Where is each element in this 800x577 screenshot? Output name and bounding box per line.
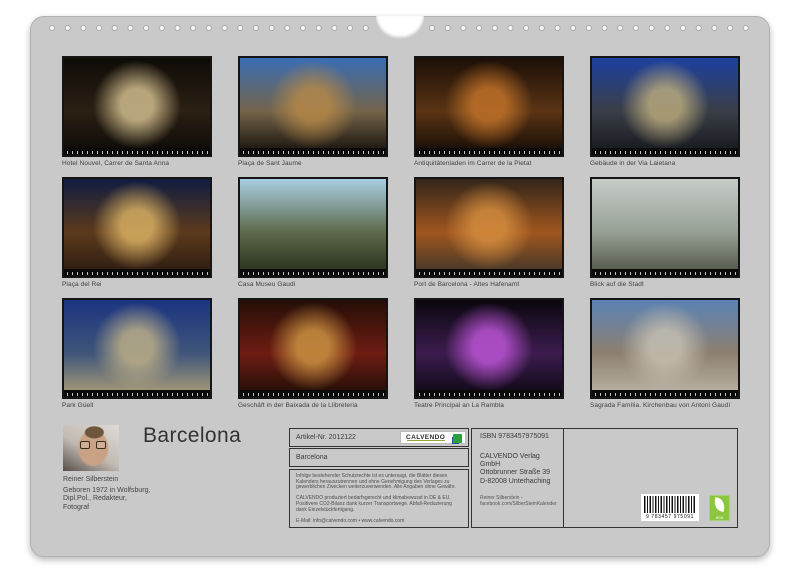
photo-caption: Geschäft in der Baixada de la Llibreteri… [238, 402, 388, 410]
photo-caption: Blick auf die Stadt [590, 281, 740, 289]
calendar-sheet: Hotel Nouvel, Carrer de Santa Anna Plaça … [30, 16, 770, 557]
photo-caption: Plaça de Sant Jaume [238, 160, 388, 168]
isbn-text: ISBN 9783457975091 [480, 433, 555, 440]
article-number-box: Artikel-Nr. 2012122 CALVENDO [289, 428, 469, 447]
photo-caption: Plaça del Rei [62, 281, 212, 289]
barcode-bars-icon [644, 496, 696, 513]
title-box-text: Barcelona [296, 454, 328, 461]
photo-thumbnail [414, 177, 564, 278]
photo-thumbnail [238, 298, 388, 399]
calvendo-logo-icon [453, 434, 462, 443]
photo-thumbnail [62, 56, 212, 157]
date-strip [592, 269, 738, 276]
photo-thumbnail [414, 298, 564, 399]
author-name: Reiner Silberstein [63, 476, 118, 483]
photo-cell: Geschäft in der Baixada de la Llibreteri… [238, 298, 388, 410]
eco-label: eco [709, 495, 730, 521]
page-title: Barcelona [143, 424, 241, 448]
date-strip [416, 390, 562, 397]
calendar-back-cover: Hotel Nouvel, Carrer de Santa Anna Plaça … [0, 0, 800, 577]
date-strip [64, 390, 210, 397]
photo-caption: Teatre Principal an La Rambla [414, 402, 564, 410]
date-strip [416, 148, 562, 155]
photo-thumbnail [590, 56, 740, 157]
photo-cell: Plaça del Rei [62, 177, 212, 289]
publisher-address: CALVENDO Verlag GmbH Ottobrunner Straße … [480, 453, 555, 486]
legal-text-box: Infolge bestehender Schutzrechte ist es … [289, 469, 469, 528]
author-bio: Geboren 1972 in Wolfsburg, Dipl.Pol., Re… [63, 487, 150, 512]
photo-caption: Port de Barcelona - Altes Hafenamt [414, 281, 564, 289]
barcode-cell: 9 783457 975091 eco [563, 429, 737, 527]
photo-cell: Sagrada Família. Kirchenbau von Antoni G… [590, 298, 740, 410]
leaf-icon [712, 497, 725, 512]
photo-caption: Hotel Nouvel, Carrer de Santa Anna [62, 160, 212, 168]
date-strip [592, 148, 738, 155]
calvendo-logo: CALVENDO [400, 431, 466, 444]
date-strip [64, 269, 210, 276]
photo-thumbnail [62, 298, 212, 399]
photo-thumbnail [414, 56, 564, 157]
binding-holes-right-icon [425, 23, 755, 33]
photo-cell: Gebäude in der Via Laietana [590, 56, 740, 168]
photo-cell: Park Güell [62, 298, 212, 410]
photo-caption: Casa Museu Gaudí [238, 281, 388, 289]
publisher-column: ISBN 9783457975091 CALVENDO Verlag GmbH … [472, 429, 563, 527]
photo-caption: Sagrada Família. Kirchenbau von Antoni G… [590, 402, 740, 410]
barcode: 9 783457 975091 [641, 494, 699, 521]
photo-cell: Teatre Principal an La Rambla [414, 298, 564, 410]
binding-holes-left-icon [45, 23, 375, 33]
photo-thumbnail [590, 298, 740, 399]
photo-cell: Blick auf die Stadt [590, 177, 740, 289]
barcode-number: 9 783457 975091 [644, 514, 696, 520]
glasses-icon [80, 441, 106, 449]
title-box: Barcelona [289, 448, 469, 467]
date-strip [64, 148, 210, 155]
date-strip [240, 390, 386, 397]
eco-label-text: eco [709, 515, 730, 520]
date-strip [240, 148, 386, 155]
photo-cell: Plaça de Sant Jaume [238, 56, 388, 168]
photo-cell: Port de Barcelona - Altes Hafenamt [414, 177, 564, 289]
date-strip [240, 269, 386, 276]
author-contact: Reiner Silberstein - facebook.com/Silber… [480, 495, 555, 507]
photo-cell: Antiquitätenladen im Carrer de la Pietat [414, 56, 564, 168]
photo-grid: Hotel Nouvel, Carrer de Santa Anna Plaça … [62, 56, 740, 410]
photo-cell: Casa Museu Gaudí [238, 177, 388, 289]
date-strip [592, 390, 738, 397]
photo-thumbnail [590, 177, 740, 278]
article-number: Artikel-Nr. 2012122 [296, 434, 356, 441]
author-photo [63, 425, 119, 471]
photo-caption: Gebäude in der Via Laietana [590, 160, 740, 168]
hanger-notch [376, 16, 424, 39]
photo-caption: Antiquitätenladen im Carrer de la Pietat [414, 160, 564, 168]
photo-cell: Hotel Nouvel, Carrer de Santa Anna [62, 56, 212, 168]
calvendo-logo-tagline [407, 440, 445, 442]
photo-caption: Park Güell [62, 402, 212, 410]
photo-thumbnail [238, 177, 388, 278]
publisher-box: ISBN 9783457975091 CALVENDO Verlag GmbH … [471, 428, 738, 528]
date-strip [416, 269, 562, 276]
photo-thumbnail [62, 177, 212, 278]
photo-thumbnail [238, 56, 388, 157]
